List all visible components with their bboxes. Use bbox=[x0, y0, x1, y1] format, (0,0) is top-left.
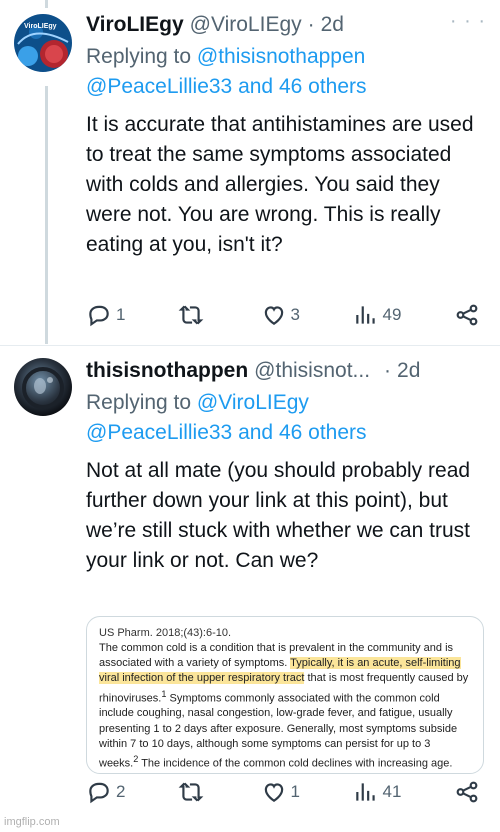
tweet-2[interactable]: thisisnothappen @thisisnot... · 2d Reply… bbox=[0, 346, 500, 832]
timestamp[interactable]: 2d bbox=[397, 358, 420, 384]
mention-others-link[interactable]: @PeaceLillie33 and 46 others bbox=[86, 75, 367, 98]
views-button[interactable]: 41 bbox=[353, 779, 402, 805]
views-count: 41 bbox=[382, 782, 402, 801]
author-handle[interactable]: @thisisnot... bbox=[254, 358, 370, 384]
tweet-text: It is accurate that antihistamines are u… bbox=[86, 113, 474, 256]
mention-link[interactable]: @ViroLIEgy bbox=[197, 391, 309, 414]
separator-dot: · bbox=[307, 13, 315, 36]
image-text-part: The incidence of the common cold decline… bbox=[138, 757, 453, 770]
views-count: 49 bbox=[382, 305, 402, 324]
like-button[interactable]: 1 bbox=[261, 779, 300, 805]
reply-button[interactable]: 2 bbox=[86, 779, 125, 805]
author-name[interactable]: thisisnothappen bbox=[86, 358, 248, 384]
share-button[interactable] bbox=[454, 302, 480, 328]
retweet-icon bbox=[178, 305, 204, 325]
image-citation: US Pharm. 2018;(43):6-10. bbox=[99, 627, 232, 639]
avatar[interactable]: ViroLIEgy bbox=[14, 14, 72, 72]
like-icon bbox=[264, 783, 283, 802]
action-bar: 1 3 49 bbox=[86, 302, 480, 328]
action-bar: 2 1 41 bbox=[86, 779, 480, 805]
watermark: imgflip.com bbox=[4, 816, 60, 828]
replying-prefix: Replying to bbox=[86, 45, 197, 68]
tweet-image[interactable]: US Pharm. 2018;(43):6-10. The common col… bbox=[86, 616, 484, 774]
retweet-button[interactable] bbox=[178, 779, 208, 805]
views-icon bbox=[355, 306, 375, 324]
separator-dot: · bbox=[384, 359, 392, 382]
share-icon bbox=[456, 781, 478, 803]
reply-button[interactable]: 1 bbox=[86, 302, 125, 328]
mention-others-link[interactable]: @PeaceLillie33 and 46 others bbox=[86, 421, 367, 444]
image-paragraph: The common cold is a condition that is p… bbox=[99, 641, 471, 772]
replying-to: Replying to @thisisnothappen @PeaceLilli… bbox=[86, 42, 490, 102]
replying-prefix: Replying to bbox=[86, 391, 197, 414]
more-options-icon[interactable]: · · · bbox=[450, 10, 486, 33]
views-button[interactable]: 49 bbox=[353, 302, 402, 328]
avatar-logo-text: ViroLIEgy bbox=[24, 23, 57, 30]
reply-icon bbox=[89, 305, 109, 327]
share-button[interactable] bbox=[454, 779, 480, 805]
timestamp[interactable]: 2d bbox=[321, 12, 344, 38]
mention-link[interactable]: @thisisnothappen bbox=[197, 45, 365, 68]
replying-to: Replying to @ViroLIEgy @PeaceLillie33 an… bbox=[86, 388, 490, 448]
reply-icon bbox=[89, 782, 109, 804]
avatar-virus-image: ViroLIEgy bbox=[14, 14, 72, 72]
author-name[interactable]: ViroLIEgy bbox=[86, 12, 184, 38]
avatar[interactable] bbox=[14, 358, 72, 416]
tweet-1[interactable]: ViroLIEgy ViroLIEgy @ViroLIEgy · 2d Repl… bbox=[0, 0, 500, 344]
views-icon bbox=[355, 783, 375, 801]
retweet-icon bbox=[178, 782, 204, 802]
tweet-text: Not at all mate (you should probably rea… bbox=[86, 459, 471, 572]
like-button[interactable]: 3 bbox=[261, 302, 300, 328]
reply-count: 1 bbox=[116, 305, 126, 324]
author-handle[interactable]: @ViroLIEgy bbox=[190, 12, 302, 38]
share-icon bbox=[456, 304, 478, 326]
avatar-image bbox=[14, 358, 72, 416]
like-count: 3 bbox=[290, 305, 300, 324]
like-count: 1 bbox=[290, 782, 300, 801]
reply-count: 2 bbox=[116, 782, 126, 801]
like-icon bbox=[264, 306, 283, 325]
retweet-button[interactable] bbox=[178, 302, 208, 328]
